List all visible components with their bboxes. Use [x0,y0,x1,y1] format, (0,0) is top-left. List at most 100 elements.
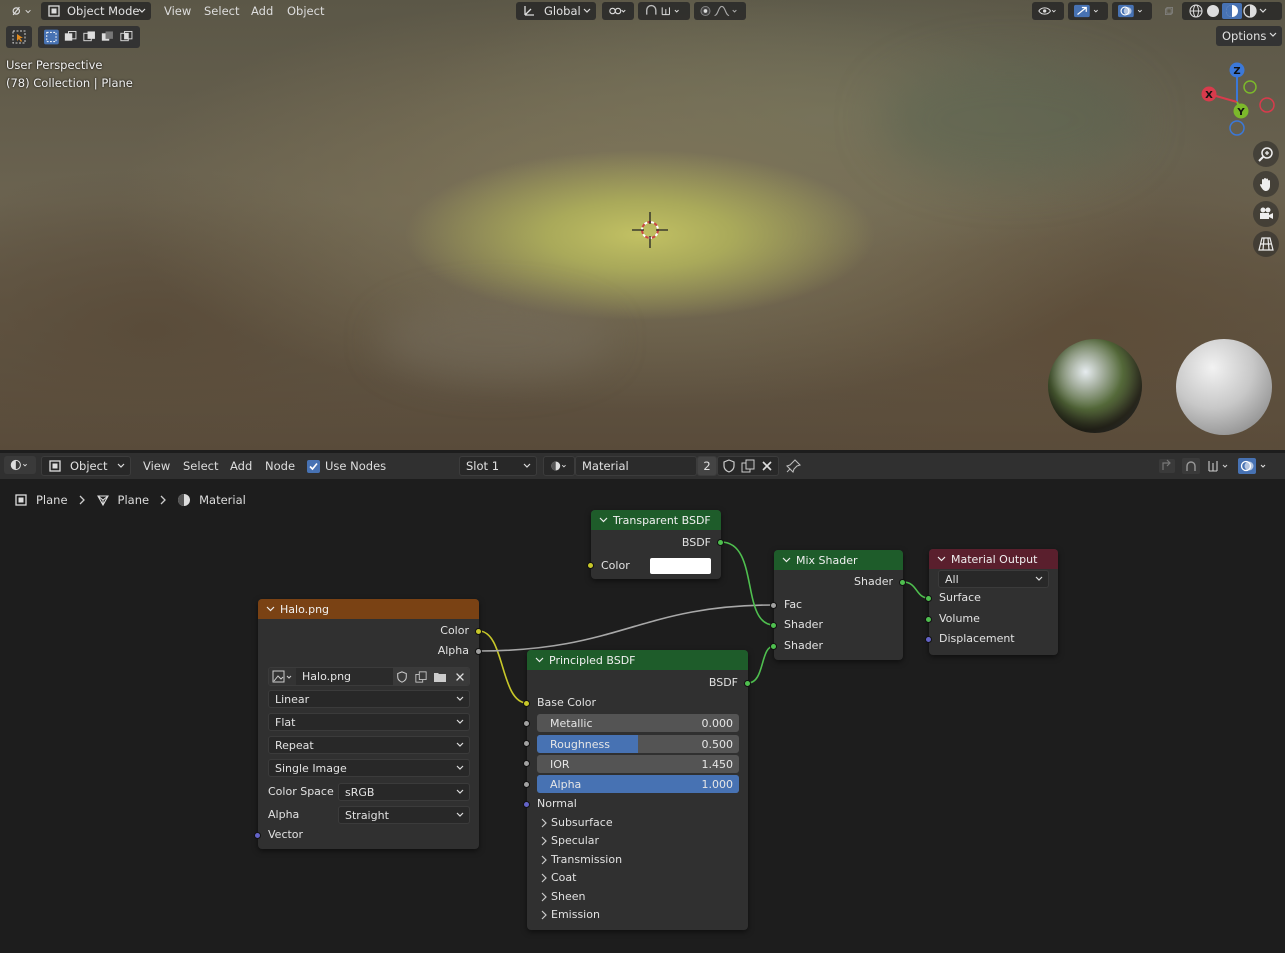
menu-view[interactable]: View [143,458,170,474]
alpha-slider[interactable]: Alpha 1.000 [537,775,739,793]
alpha-mode-dropdown[interactable]: Straight [338,806,470,824]
input-ior-socket[interactable] [523,760,530,767]
image-selector[interactable]: Halo.png [268,667,470,686]
collapse-icon[interactable] [599,516,608,524]
input-metallic-socket[interactable] [523,720,530,727]
3d-viewport[interactable]: Object Mode View Select Add Object Globa… [0,0,1285,450]
xray-icon [1165,7,1173,15]
viewport-header: Object Mode View Select Add Object Globa… [0,0,1285,22]
collapse-icon[interactable] [937,555,946,563]
input-fac-socket[interactable] [770,602,777,609]
node-material-output[interactable]: Material Output All Surface Volume Displ… [925,549,1058,655]
input-shader1-socket[interactable] [770,622,777,629]
color-swatch[interactable] [650,558,711,574]
pin-icon[interactable] [786,459,802,473]
gizmo-toggle[interactable] [1068,2,1108,20]
node-image-texture[interactable]: Halo.png Color Alpha Halo.png Linear Fla… [254,599,482,849]
node-mix-shader[interactable]: Mix Shader Shader Fac Shader Shader [770,550,906,660]
panel-transmission[interactable]: Transmission [539,853,622,866]
image-actions[interactable] [393,668,469,685]
material-actions[interactable] [717,456,779,476]
roughness-slider[interactable]: Roughness 0.500 [537,735,739,753]
pivot-point-dropdown[interactable] [602,2,634,20]
output-color-socket[interactable] [475,628,482,635]
node-header[interactable]: Halo.png [258,599,479,619]
input-alpha-socket[interactable] [523,781,530,788]
panel-coat[interactable]: Coat [539,871,576,884]
input-color-socket[interactable] [587,562,594,569]
shading-modes[interactable] [1182,2,1282,20]
panel-specular[interactable]: Specular [539,834,599,847]
output-bsdf-socket[interactable] [744,680,751,687]
selection-mode-buttons[interactable] [38,26,140,48]
pan-button[interactable] [1253,171,1279,197]
menu-object[interactable]: Object [287,3,324,19]
material-users-count[interactable]: 2 [697,456,717,476]
color-space-dropdown[interactable]: sRGB [338,783,470,801]
menu-select[interactable]: Select [204,3,239,19]
shader-type-dropdown[interactable]: Object [41,456,131,476]
output-shader-socket[interactable] [899,579,906,586]
visibility-dropdown[interactable] [1032,2,1064,20]
node-transparent-bsdf[interactable]: Transparent BSDF BSDF Color [587,510,724,579]
editor-type-button[interactable] [4,2,38,20]
node-editor-header-tools[interactable] [1158,456,1280,476]
node-principled-bsdf[interactable]: Principled BSDF BSDF Base Color Metallic… [523,650,751,930]
object-mode-label: Object Mode [67,4,140,18]
ior-slider[interactable]: IOR 1.450 [537,755,739,773]
panel-emission[interactable]: Emission [539,908,600,921]
browse-image-button[interactable] [269,668,296,685]
panel-sheen[interactable]: Sheen [539,890,585,903]
node-header[interactable]: Material Output [929,549,1058,569]
navigation-gizmo[interactable]: Z X Y [1195,58,1285,142]
overlay-toggle[interactable] [1112,2,1152,20]
input-base-color-socket[interactable] [523,700,530,707]
slot-dropdown[interactable]: Slot 1 [459,456,537,476]
camera-view-button[interactable] [1253,201,1279,227]
collapse-icon[interactable] [266,605,275,613]
ortho-toggle-button[interactable] [1253,231,1279,257]
editor-type-button[interactable] [4,456,36,474]
node-title: Halo.png [280,602,330,616]
interpolation-dropdown[interactable]: Linear [268,690,470,708]
node-header[interactable]: Mix Shader [774,550,903,570]
output-bsdf-socket[interactable] [717,539,724,546]
zoom-button[interactable] [1253,141,1279,167]
material-name-field[interactable]: Material [575,456,697,476]
node-header[interactable]: Transparent BSDF [591,510,721,530]
xray-toggle[interactable] [1158,2,1180,20]
node-header[interactable]: Principled BSDF [527,650,748,670]
input-displacement-socket[interactable] [925,636,932,643]
input-shader2-socket[interactable] [770,643,777,650]
menu-add[interactable]: Add [230,458,252,474]
output-alpha-socket[interactable] [475,648,482,655]
metallic-slider[interactable]: Metallic 0.000 [537,714,739,732]
input-volume-socket[interactable] [925,616,932,623]
menu-select[interactable]: Select [183,458,218,474]
input-surface-socket[interactable] [925,595,932,602]
select-tool[interactable] [6,26,32,48]
output-target-dropdown[interactable]: All [938,570,1049,588]
projection-dropdown[interactable]: Flat [268,713,470,731]
orientation-label: Global [544,4,581,18]
input-normal-socket[interactable] [523,801,530,808]
menu-node[interactable]: Node [265,458,295,474]
3d-cursor[interactable] [630,210,670,250]
source-dropdown[interactable]: Single Image [268,759,470,777]
transform-orientation-dropdown[interactable]: Global [516,2,596,20]
browse-material-button[interactable] [543,456,575,476]
input-vector-socket[interactable] [254,832,261,839]
object-mode-dropdown[interactable]: Object Mode [41,2,151,20]
input-roughness-socket[interactable] [523,740,530,747]
collapse-icon[interactable] [782,556,791,564]
panel-subsurface[interactable]: Subsurface [539,816,613,829]
options-dropdown[interactable]: Options [1216,26,1282,46]
collapse-icon[interactable] [535,656,544,664]
snap-controls[interactable] [638,2,690,20]
proportional-editing[interactable] [694,2,746,20]
image-name-field[interactable]: Halo.png [296,668,393,685]
menu-add[interactable]: Add [251,3,273,19]
menu-view[interactable]: View [164,3,191,19]
extension-dropdown[interactable]: Repeat [268,736,470,754]
use-nodes-checkbox[interactable]: Use Nodes [307,458,386,474]
